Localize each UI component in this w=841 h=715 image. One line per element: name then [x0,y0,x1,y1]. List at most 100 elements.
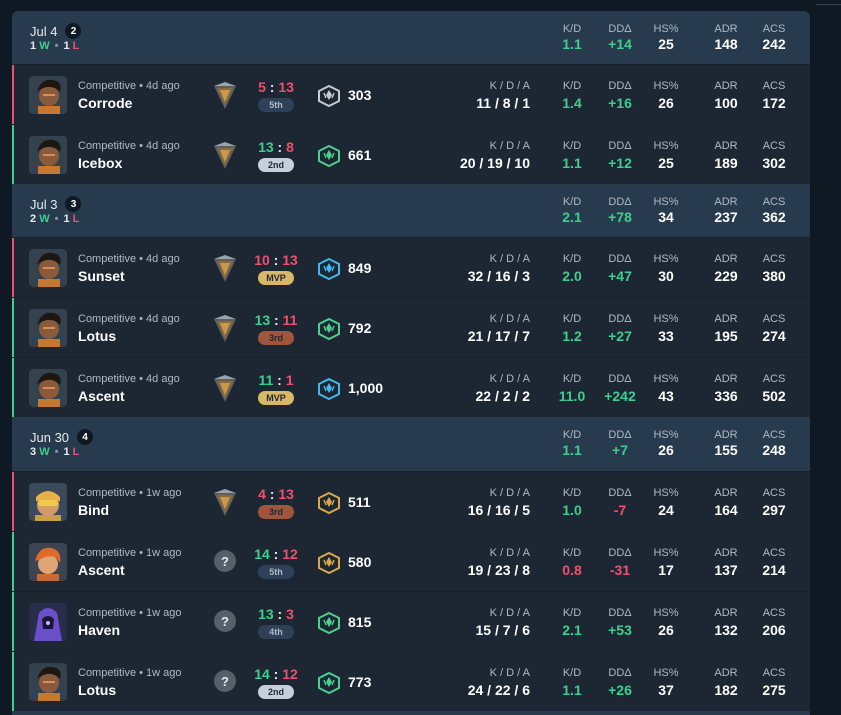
agent-portrait-goggles [29,483,67,521]
rr-badge-gold-icon [318,491,340,515]
adr-label: ADR [714,547,738,559]
day-acs: ACS 242 [752,11,796,64]
losses-label: L [72,446,80,458]
day-kd-value: 1.1 [562,442,582,458]
score-enemy: 11 [282,312,298,328]
rr-badge-green-icon [318,317,340,341]
damage-delta-label: DDΔ [608,80,632,92]
match-row[interactable]: Competitive • 1w ago Haven? 13 : 3 4th 815 K … [12,591,810,651]
agent-portrait-dark-hair [29,76,67,114]
match-row[interactable]: Competitive • 4d ago Ascent 11 : 1 MVP 1,000… [12,357,810,417]
match-score: 13 : 3 [252,606,300,622]
kd: K/D 1.0 [550,472,594,531]
adr-label: ADR [714,313,738,325]
rank-icon-wrap [212,375,238,403]
kda-label: K / D / A [489,607,530,619]
adr-value: 100 [714,95,738,111]
headshot-pct: HS% 26 [644,592,688,651]
match-score: 10 : 13 [252,252,300,268]
losses-count: 1 [63,213,70,225]
rank-rating: 773 [348,674,372,690]
placement-badge: 2nd [258,685,294,699]
damage-delta-value: +16 [608,95,632,111]
kd-value: 2.0 [562,268,582,284]
map-name: Lotus [78,328,117,344]
kd: K/D 2.1 [550,592,594,651]
kd-value: 1.2 [562,328,582,344]
adr-label: ADR [714,667,738,679]
day-hs: HS% 34 [644,184,688,237]
headshot-pct-value: 25 [658,155,674,171]
adr-value: 164 [714,502,738,518]
day-adr: ADR 237 [704,184,748,237]
score-team: 13 [254,312,271,328]
score-separator: : [273,372,286,388]
match-score: 14 : 12 [252,666,300,682]
rank-rating: 511 [348,494,371,510]
map-name: Corrode [78,95,133,111]
day-dd: DDΔ +14 [598,11,642,64]
day-hs-value: 26 [658,442,674,458]
kda-label: K / D / A [489,80,530,92]
rr-icon-wrap [318,144,340,168]
kd-label: K/D [562,313,582,325]
score-enemy: 13 [282,252,298,268]
match-score: 13 : 11 [252,312,300,328]
kd: K/D 1.4 [550,65,594,124]
acs-value: 380 [762,268,786,284]
wins-label: W [39,40,50,52]
headshot-pct-label: HS% [653,140,679,152]
acs-value: 206 [762,622,786,638]
kda: K / D / A 24 / 22 / 6 [430,652,530,711]
match-row[interactable]: Competitive • 1w ago Bind 4 : 13 3rd 511 K / … [12,471,810,531]
day-adr-value: 155 [714,442,738,458]
score-team: 11 [258,372,274,388]
match-score: 13 : 8 [252,139,300,155]
day-kd-value: 1.1 [562,36,582,52]
wins-label: W [39,213,50,225]
placement-badge: MVP [258,391,294,405]
adr-value: 132 [714,622,738,638]
damage-delta-label: DDΔ [608,667,632,679]
acs: ACS 172 [752,65,796,124]
map-name: Sunset [78,268,125,284]
day-adr-label: ADR [714,23,738,35]
headshot-pct-label: HS% [653,667,679,679]
acs-value: 275 [762,682,786,698]
day-header: Jul 332 W • 1 L K/D 2.1 DDΔ +78 HS% 34 ADR 237 ACS 3… [12,184,810,237]
headshot-pct-label: HS% [653,607,679,619]
agent-portrait-dark-hair [29,663,67,701]
match-mode: Competitive • 1w ago [78,547,182,559]
top-divider [816,4,841,5]
day-adr-value: 237 [714,209,738,225]
match-row[interactable]: Competitive • 1w ago Ascent? 14 : 12 5th 580… [12,531,810,591]
rr-badge-blue-icon [318,377,340,401]
match-row[interactable]: Competitive • 4d ago Corrode 5 : 13 5th 303 K… [12,64,810,124]
headshot-pct-label: HS% [653,253,679,265]
match-row[interactable]: Competitive • 4d ago Icebox 13 : 8 2nd 661 K … [12,124,810,184]
kda-value: 11 / 8 / 1 [476,95,530,111]
wins-count: 3 [30,446,37,458]
match-row[interactable]: Competitive • 4d ago Lotus 13 : 11 3rd 792 K … [12,297,810,357]
headshot-pct-label: HS% [653,80,679,92]
kd-label: K/D [562,373,582,385]
rr-icon-wrap [318,317,340,341]
kd-label: K/D [562,253,582,265]
damage-delta-label: DDΔ [608,547,632,559]
adr-value: 137 [714,562,738,578]
match-row[interactable]: Competitive • 4d ago Sunset 10 : 13 MVP 849 K… [12,237,810,297]
rr-icon-wrap [318,671,340,695]
score-team: 5 [258,79,266,95]
agent-avatar [29,543,67,581]
damage-delta-label: DDΔ [608,313,632,325]
headshot-pct-value: 17 [658,562,674,578]
rr-icon-wrap [318,377,340,401]
match-mode: Competitive • 1w ago [78,667,182,679]
score-team: 14 [254,546,270,562]
day-dd-value: +7 [612,442,628,458]
match-row[interactable]: Competitive • 1w ago Lotus? 14 : 12 2nd 773 K… [12,651,810,711]
losses-label: L [72,40,80,52]
day-dd-label: DDΔ [608,196,632,208]
adr: ADR 195 [704,298,748,357]
kd-label: K/D [562,547,582,559]
